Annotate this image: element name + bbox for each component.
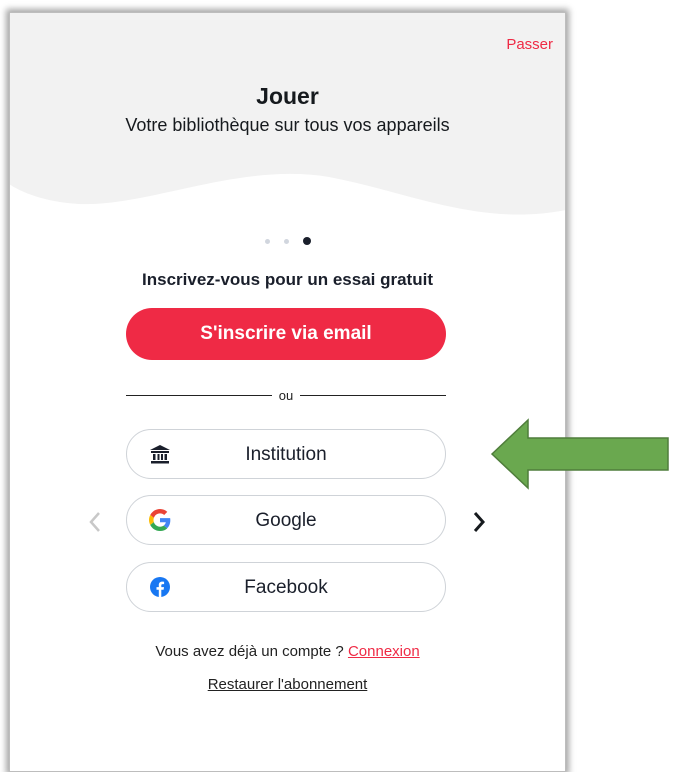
page-title: Jouer — [256, 83, 319, 109]
google-label: Google — [255, 510, 317, 531]
divider-line — [126, 394, 272, 396]
divider-line — [300, 394, 446, 396]
signup-prompt: Inscrivez-vous pour un essai gratuit — [142, 270, 433, 289]
or-divider: ou — [126, 385, 446, 405]
institution-button[interactable]: Institution — [126, 429, 446, 479]
chevron-right-icon[interactable] — [469, 507, 489, 537]
google-button[interactable]: Google — [126, 495, 446, 545]
divider-text: ou — [278, 387, 294, 403]
app-screen: Passer Jouer Votre bibliothèque sur tous… — [9, 12, 566, 772]
page-indicator — [9, 237, 566, 245]
page-dot[interactable] — [264, 238, 270, 244]
page-subtitle: Votre bibliothèque sur tous vos appareil… — [125, 115, 450, 135]
login-link[interactable]: Connexion — [348, 643, 420, 660]
signup-email-button[interactable]: S'inscrire via email — [126, 308, 446, 360]
page-dot[interactable] — [283, 238, 289, 244]
facebook-label: Facebook — [244, 577, 328, 598]
annotation-arrow-icon — [490, 418, 669, 490]
institution-label: Institution — [245, 444, 327, 465]
chevron-left-icon[interactable] — [85, 507, 105, 537]
have-account-text: Vous avez déjà un compte ? — [155, 643, 344, 660]
login-prompt: Vous avez déjà un compte ? Connexion — [9, 643, 566, 660]
restore-subscription-link[interactable]: Restaurer l'abonnement — [9, 676, 566, 693]
skip-link[interactable]: Passer — [506, 36, 553, 53]
facebook-button[interactable]: Facebook — [126, 562, 446, 612]
page-dot-active[interactable] — [302, 237, 311, 245]
